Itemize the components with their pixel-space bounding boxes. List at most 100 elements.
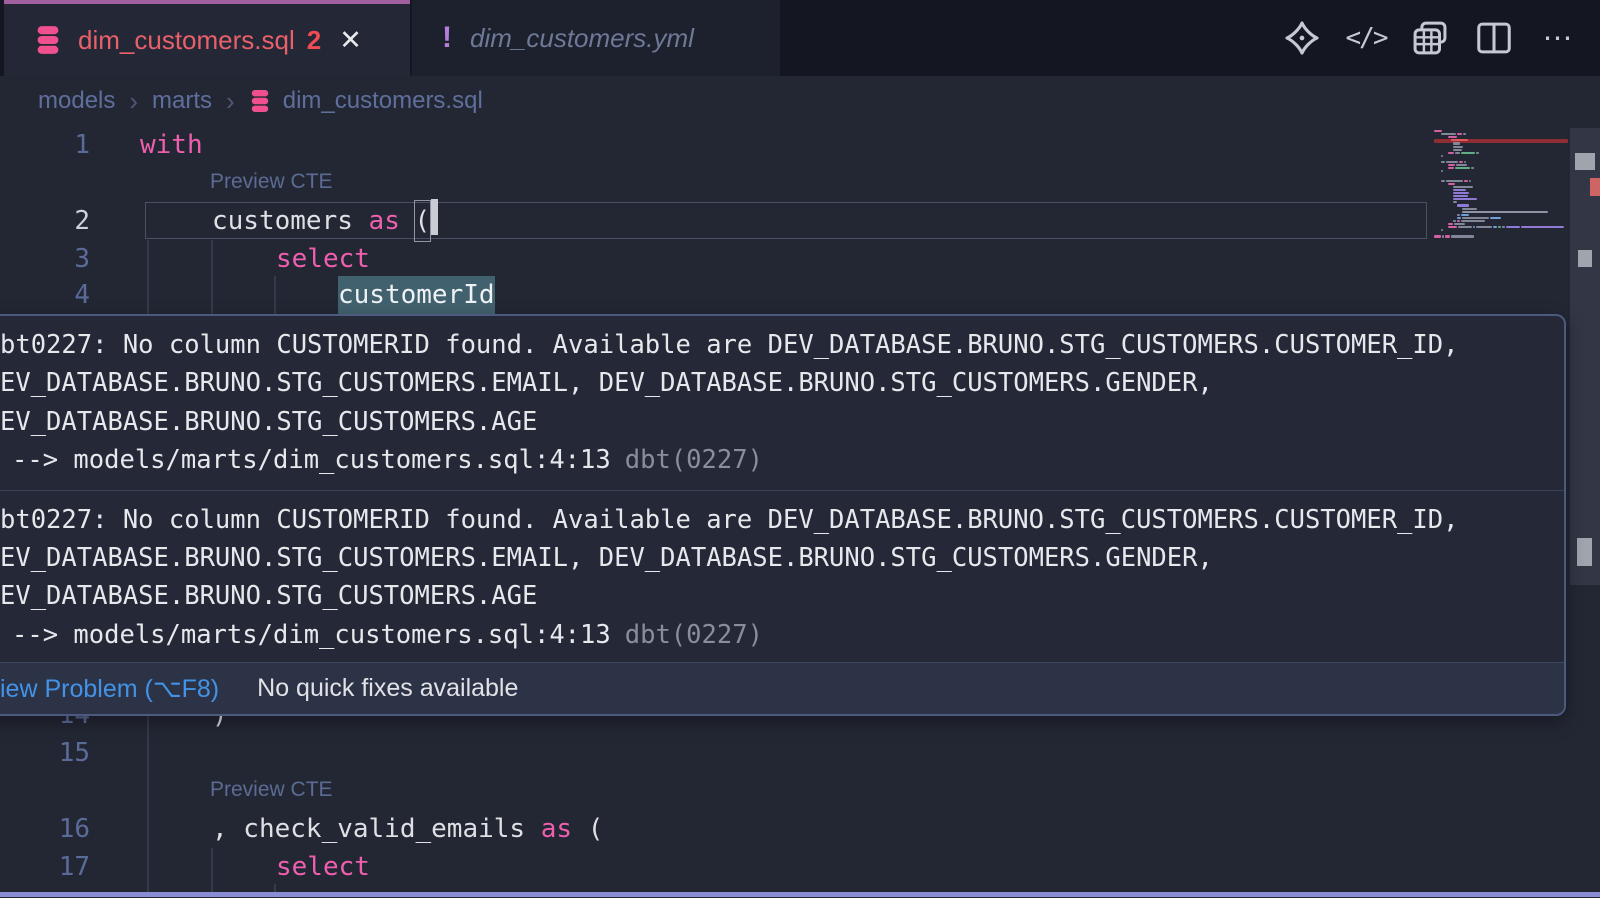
panel-border-line: [0, 892, 1600, 897]
diagnostic-message-block: bt0227: No column CUSTOMERID found. Avai…: [0, 491, 1564, 665]
minimap-code-row: [1457, 133, 1462, 135]
diagnostic-text-line: bt0227: No column CUSTOMERID found. Avai…: [0, 326, 1564, 364]
sql-file-icon: [249, 89, 271, 113]
diagnostic-hover-popup: bt0227: No column CUSTOMERID found. Avai…: [0, 314, 1566, 716]
close-tab-icon[interactable]: ✕: [339, 25, 362, 56]
minimap-code-row: [1461, 220, 1485, 222]
minimap-code-row: [1493, 226, 1497, 228]
breadcrumb: models › marts › dim_customers.sql: [0, 76, 1600, 126]
minimap-code-row: [1453, 146, 1463, 148]
diagnostic-location-line: --> models/marts/dim_customers.sql:4:13d…: [0, 441, 1564, 479]
code-text: with: [140, 126, 203, 164]
minimap-code-row: [1448, 226, 1457, 228]
codelens-row: Preview CTE: [0, 772, 1434, 810]
ruler-change-mark: [1577, 538, 1592, 566]
preview-cte-codelens[interactable]: Preview CTE: [210, 778, 333, 802]
minimap-code-row: [1448, 167, 1454, 169]
minimap-code-row: [1476, 226, 1492, 228]
code-line: 1with: [0, 126, 1434, 164]
minimap-code-row: [1463, 133, 1466, 135]
minimap-code-row: [1498, 226, 1501, 228]
minimap-code-row: [1490, 217, 1501, 219]
line-number: 3: [0, 240, 90, 278]
line-number: 15: [0, 734, 90, 772]
line-number: 17: [0, 848, 90, 886]
scrollbar-slider[interactable]: [1570, 128, 1600, 585]
minimap-code-row: [1448, 183, 1455, 185]
editor-actions: </> ⋯: [1282, 0, 1578, 76]
code-editor[interactable]: 1withPreview CTE2customers as (3select4c…: [0, 126, 1600, 898]
line-number: 16: [0, 810, 90, 848]
minimap-code-row: [1461, 152, 1475, 154]
minimap-code-row: [1453, 186, 1473, 188]
breadcrumb-models[interactable]: models: [38, 87, 115, 115]
split-editor-icon[interactable]: [1474, 18, 1514, 58]
minimap-code-row: [1454, 223, 1465, 225]
code-line: 15: [0, 734, 1434, 772]
diagnostic-text-line: EV_DATABASE.BRUNO.STG_CUSTOMERS.AGE: [0, 403, 1564, 441]
minimap-code-row: [1441, 133, 1456, 135]
minimap-code-row: [1441, 229, 1443, 231]
minimap-code-row: [1457, 217, 1461, 219]
sql-file-icon: [34, 25, 62, 55]
query-preview-icon[interactable]: [1410, 18, 1450, 58]
breadcrumb-marts[interactable]: marts: [152, 87, 212, 115]
breadcrumb-separator: ›: [226, 86, 235, 117]
minimap-code-row: [1469, 180, 1471, 182]
minimap-code-row: [1441, 180, 1445, 182]
minimap-code-row: [1461, 214, 1469, 216]
matching-bracket: (: [414, 200, 432, 242]
diagnostic-text-line: EV_DATABASE.BRUNO.STG_CUSTOMERS.EMAIL, D…: [0, 364, 1564, 402]
minimap-code-row: [1453, 201, 1457, 203]
view-problem-link[interactable]: iew Problem (⌥F8): [0, 674, 219, 704]
minimap-code-row: [1434, 130, 1442, 132]
minimap-code-row: [1462, 211, 1548, 213]
minimap-code-row: [1453, 220, 1456, 222]
line-number: 4: [0, 276, 90, 314]
code-text: select: [276, 240, 370, 278]
code-text: , check_valid_emails as (: [212, 810, 603, 848]
dbt-extension-icon[interactable]: [1282, 18, 1322, 58]
minimap-code-row: [1457, 214, 1460, 216]
diagnostic-location-line: --> models/marts/dim_customers.sql:4:13d…: [0, 616, 1564, 654]
code-line: 3 select: [0, 240, 1434, 278]
minimap-code-row: [1453, 149, 1462, 151]
warning-exclamation-icon: !: [442, 21, 452, 55]
diagnostic-file-location[interactable]: --> models/marts/dim_customers.sql:4:13: [12, 445, 611, 475]
minimap[interactable]: [1434, 126, 1568, 314]
minimap-code-row: [1453, 192, 1469, 194]
diagnostic-file-location[interactable]: --> models/marts/dim_customers.sql:4:13: [12, 620, 611, 650]
tab-dim-customers-sql[interactable]: dim_customers.sql 2 ✕: [4, 0, 410, 76]
minimap-code-row: [1446, 180, 1463, 182]
tab-bar: dim_customers.sql 2 ✕ ! dim_customers.ym…: [0, 0, 1600, 76]
more-actions-icon[interactable]: ⋯: [1538, 18, 1578, 58]
code-line: 16 , check_valid_emails as (: [0, 810, 1434, 848]
ruler-error-mark: [1590, 178, 1600, 196]
preview-cte-codelens[interactable]: Preview CTE: [210, 170, 333, 194]
tab-dim-customers-yml[interactable]: ! dim_customers.yml: [412, 0, 780, 76]
minimap-code-row: [1442, 235, 1444, 237]
breadcrumb-file[interactable]: dim_customers.sql: [283, 87, 483, 115]
minimap-code-row: [1453, 198, 1477, 200]
minimap-code-row: [1441, 155, 1443, 157]
code-text: customerId: [338, 276, 495, 314]
minimap-code-row: [1448, 223, 1453, 225]
minimap-code-row: [1457, 220, 1460, 222]
minimap-code-row: [1441, 170, 1443, 172]
minimap-code-row: [1453, 189, 1466, 191]
ruler-change-mark: [1575, 153, 1595, 170]
code-text: select: [276, 848, 370, 886]
minimap-code-row: [1441, 161, 1445, 163]
compiled-code-icon[interactable]: </>: [1346, 18, 1386, 58]
tab-filename: dim_customers.sql: [78, 25, 295, 56]
quick-fix-hint: No quick fixes available: [257, 674, 518, 703]
minimap-code-row: [1455, 152, 1460, 154]
code-text: customers as (: [212, 202, 429, 240]
minimap-code-row: [1464, 161, 1466, 163]
minimap-code-row: [1453, 142, 1460, 144]
minimap-code-row: [1434, 235, 1441, 237]
minimap-code-row: [1448, 136, 1457, 138]
minimap-code-row: [1446, 161, 1458, 163]
minimap-code-row: [1464, 180, 1468, 182]
minimap-code-row: [1476, 152, 1479, 154]
